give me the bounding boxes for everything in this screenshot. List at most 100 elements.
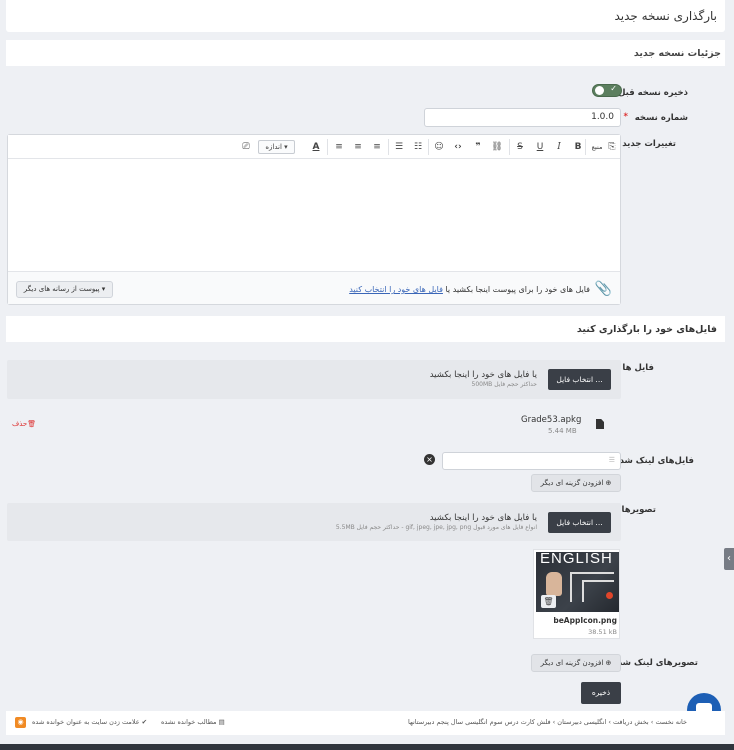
strikethrough-icon[interactable]: S bbox=[513, 140, 527, 154]
add-linked-file-button[interactable]: ⊕ افزودن گزینه ای دیگر bbox=[531, 474, 621, 492]
breadcrumb-item[interactable]: انگلیسی دبیرستان bbox=[557, 718, 606, 726]
trash-icon: 🗑 bbox=[27, 420, 37, 428]
image-card: ENGLISH 🗑 beAppIcon.png 38.51 kB bbox=[533, 549, 620, 639]
toolbar-divider bbox=[388, 139, 389, 155]
remove-linked-file-icon[interactable]: × bbox=[424, 454, 435, 465]
attach-select-link[interactable]: فایل های خود را انتخاب کنید bbox=[349, 285, 443, 294]
toolbar-divider bbox=[428, 139, 429, 155]
mark-read-link[interactable]: ✔ علامت زدن سایت به عنوان خوانده شده bbox=[32, 718, 147, 726]
file-size: 5.44 MB bbox=[548, 427, 577, 435]
chevron-left-icon: ‹ bbox=[727, 553, 731, 564]
paperclip-icon: 📎 bbox=[594, 281, 612, 297]
editor-toolbar: ⎘ منبع B I U S ⛓ ❞ ‹› ☺ ☷ ☰ ≡ ≡ ≡ A اندا… bbox=[8, 135, 620, 159]
image-name: beAppIcon.png bbox=[553, 616, 617, 625]
attach-hint-text: فایل های خود را برای پیوست اینجا بکشید ی… bbox=[445, 285, 590, 294]
underline-icon[interactable]: U bbox=[533, 140, 547, 154]
font-color-icon[interactable]: A bbox=[309, 140, 323, 154]
source-icon[interactable]: ⎘ bbox=[606, 140, 618, 154]
changes-label: تغییرات جدید bbox=[622, 139, 676, 149]
italic-icon[interactable]: I bbox=[552, 140, 566, 154]
emoji-icon[interactable]: ☺ bbox=[432, 140, 446, 154]
files-label: فایل ها bbox=[622, 363, 654, 373]
thumbnail-hand bbox=[546, 572, 562, 596]
attach-hint: فایل های خود را برای پیوست اینجا بکشید ی… bbox=[349, 285, 590, 294]
align-right-icon[interactable]: ≡ bbox=[332, 140, 346, 154]
add-linked-image-button[interactable]: ⊕ افزودن گزینه ای دیگر bbox=[531, 654, 621, 672]
upload-section-title: فایل‌های خود را بارگذاری کنید bbox=[576, 324, 717, 335]
version-label: شماره نسخه bbox=[635, 113, 688, 123]
unordered-list-icon[interactable]: ☰ bbox=[392, 140, 406, 154]
attach-bar: 📎 فایل های خود را برای پیوست اینجا بکشید… bbox=[8, 271, 620, 304]
images-types-text: انواع فایل های مورد قبول gif, jpeg, jpe,… bbox=[335, 524, 537, 531]
breadcrumb-item[interactable]: بخش دریافت bbox=[613, 718, 649, 726]
add-linked-file-label: افزودن گزینه ای دیگر bbox=[540, 479, 604, 487]
bottom-bar bbox=[0, 744, 734, 750]
file-name: Grade53.apkg bbox=[521, 415, 582, 425]
thumbnail-dot bbox=[606, 592, 613, 599]
toggle-knob bbox=[595, 86, 604, 95]
quote-icon[interactable]: ❞ bbox=[471, 140, 485, 154]
image-size: 38.51 kB bbox=[588, 628, 617, 636]
save-previous-toggle[interactable]: ✓ bbox=[592, 84, 622, 97]
add-linked-image-label: افزودن گزینه ای دیگر bbox=[540, 659, 604, 667]
images-select-button[interactable]: انتخاب فایل ... bbox=[548, 512, 611, 533]
file-icon bbox=[596, 419, 604, 429]
toolbar-divider bbox=[585, 139, 586, 155]
chevron-down-icon: ▾ bbox=[284, 143, 288, 151]
plus-circle-icon: ⊕ bbox=[605, 659, 612, 667]
check-icon: ✔ bbox=[141, 718, 148, 726]
version-input[interactable]: 1.0.0 bbox=[424, 108, 621, 127]
save-previous-label: ذخیره نسخه قبل؟ bbox=[613, 88, 688, 98]
toolbar-divider bbox=[509, 139, 510, 155]
delete-label: حذف bbox=[12, 420, 28, 428]
images-drop-zone[interactable]: انتخاب فایل ... یا فایل های خود را اینجا… bbox=[7, 503, 621, 541]
footer-bar: خانه نخست › بخش دریافت › انگلیسی دبیرستا… bbox=[6, 711, 725, 735]
details-section-header: جزئیات نسخه جدید bbox=[6, 40, 725, 66]
attach-media-label: پیوست از رسانه های دیگر bbox=[23, 285, 100, 293]
files-select-button[interactable]: انتخاب فایل ... bbox=[548, 369, 611, 390]
required-mark: * bbox=[623, 112, 628, 122]
upload-section-header: فایل‌های خود را بارگذاری کنید bbox=[6, 316, 725, 342]
rss-icon[interactable]: ◉ bbox=[15, 717, 26, 728]
linked-file-input[interactable]: ☰ bbox=[442, 452, 621, 470]
image-thumbnail[interactable]: ENGLISH 🗑 bbox=[536, 552, 619, 612]
editor-text-area[interactable] bbox=[8, 159, 620, 271]
files-drop-text: یا فایل های خود را اینجا بکشید bbox=[429, 370, 537, 380]
code-icon[interactable]: ‹› bbox=[451, 140, 465, 154]
linked-images-label: تصویرهای لینک شده bbox=[612, 658, 698, 668]
caret-down-icon: ▾ bbox=[101, 285, 106, 293]
breadcrumb: خانه نخست › بخش دریافت › انگلیسی دبیرستا… bbox=[408, 718, 687, 726]
page-header: بارگذاری نسخه جدید bbox=[6, 0, 725, 32]
align-left-icon[interactable]: ≡ bbox=[370, 140, 384, 154]
mark-read-label: علامت زدن سایت به عنوان خوانده شده bbox=[32, 718, 140, 726]
font-size-select-label: اندازه bbox=[265, 143, 282, 151]
breadcrumb-item[interactable]: خانه نخست bbox=[655, 718, 687, 726]
source-label[interactable]: منبع bbox=[588, 140, 606, 154]
list-icon: ☰ bbox=[608, 456, 615, 464]
files-max-text: حداکثر حجم فایل 500MB bbox=[471, 381, 537, 388]
ordered-list-icon[interactable]: ☷ bbox=[411, 140, 425, 154]
details-section-title: جزئیات نسخه جدید bbox=[633, 48, 721, 59]
image-delete-icon[interactable]: 🗑 bbox=[541, 595, 556, 608]
unread-label: مطالب خوانده نشده bbox=[161, 718, 217, 726]
thumbnail-text: ENGLISH bbox=[540, 552, 613, 567]
bold-icon[interactable]: B bbox=[571, 140, 585, 154]
file-delete-button[interactable]: حذف🗑 bbox=[12, 420, 36, 428]
files-drop-zone[interactable]: انتخاب فایل ... یا فایل های خود را اینجا… bbox=[7, 360, 621, 399]
page-title: بارگذاری نسخه جدید bbox=[614, 9, 717, 23]
breadcrumb-item[interactable]: فلش کارت درس سوم انگلیسی سال پنجم دبیرست… bbox=[408, 718, 551, 726]
linked-files-label: فایل‌های لینک شده bbox=[614, 456, 694, 466]
images-drop-text: یا فایل های خود را اینجا بکشید bbox=[429, 513, 537, 523]
font-size-select[interactable]: اندازه ▾ bbox=[258, 140, 295, 154]
align-center-icon[interactable]: ≡ bbox=[351, 140, 365, 154]
save-button[interactable]: ذخیره bbox=[581, 682, 621, 704]
unread-link[interactable]: ▤ مطالب خوانده نشده bbox=[161, 718, 225, 726]
side-panel-toggle[interactable]: ‹ bbox=[724, 548, 734, 570]
version-label-text: شماره نسخه bbox=[634, 113, 688, 123]
clear-format-icon[interactable]: ⎚ bbox=[239, 140, 253, 154]
attach-media-button[interactable]: پیوست از رسانه های دیگر ▾ bbox=[16, 281, 113, 298]
inbox-icon: ▤ bbox=[218, 718, 225, 726]
toolbar-divider bbox=[327, 139, 328, 155]
check-icon: ✓ bbox=[610, 84, 617, 93]
link-icon[interactable]: ⛓ bbox=[490, 140, 504, 154]
